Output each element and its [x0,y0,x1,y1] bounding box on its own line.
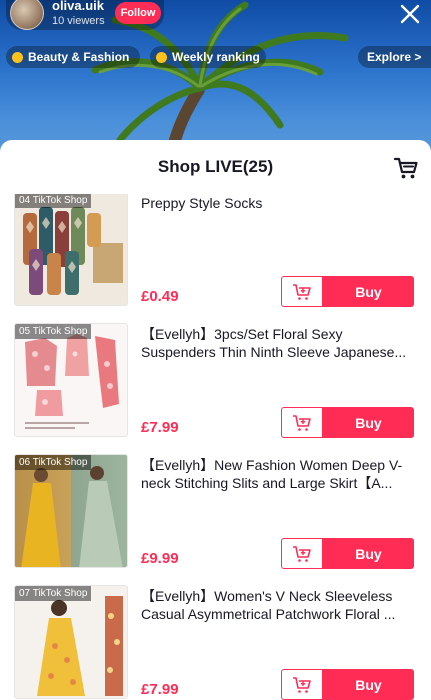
product-image[interactable]: 07 TikTok Shop [14,585,128,699]
close-button[interactable] [396,0,424,28]
product-price: £0.49 [141,288,179,305]
category-badge-icon [12,51,23,63]
socks-image [23,207,123,295]
buy-actions: Buy [281,407,414,438]
explore-label: Explore > [367,50,422,64]
buy-actions: Buy [281,538,414,569]
sheet-header: Shop LIVE(25) [0,140,431,194]
product-image[interactable]: 05 TikTok Shop [14,323,128,437]
tiktok-shop-tag: 07 TikTok Shop [15,586,92,601]
add-to-cart-icon [293,545,311,562]
product-item[interactable]: 04 TikTok Shop Preppy Style Socks £0.49 … [0,194,431,323]
add-to-cart-button[interactable] [281,669,323,700]
tiktok-shop-tag: 05 TikTok Shop [15,324,92,339]
product-item[interactable]: 05 TikTok Shop 【Evellyh】3pcs/Set Floral … [0,323,431,454]
buy-button[interactable]: Buy [323,276,414,307]
product-price: £7.99 [141,419,179,436]
shopping-cart-icon [393,157,418,179]
live-stream-background: oliva.uik 10 viewers Follow Beauty & Fas… [0,0,431,160]
product-title[interactable]: 【Evellyh】New Fashion Women Deep V-neck S… [141,456,419,492]
host-name[interactable]: oliva.uik [52,0,104,13]
product-price: £9.99 [141,550,179,567]
dress-image [21,466,123,567]
shop-live-sheet: Shop LIVE(25) 04 TikTok Shop Preppy Styl… [0,140,431,700]
tiktok-shop-tag: 06 TikTok Shop [15,455,92,470]
explore-button[interactable]: Explore > [358,46,431,68]
add-to-cart-button[interactable] [281,276,323,307]
add-to-cart-icon [293,676,311,693]
product-title[interactable]: Preppy Style Socks [141,194,419,212]
ranking-chip-label: Weekly ranking [172,50,260,64]
floral-pajama-image [25,334,119,429]
product-title[interactable]: 【Evellyh】3pcs/Set Floral Sexy Suspenders… [141,325,419,361]
buy-actions: Buy [281,276,414,307]
buy-button[interactable]: Buy [323,407,414,438]
tiktok-shop-tag: 04 TikTok Shop [15,194,92,208]
product-title[interactable]: 【Evellyh】Women's V Neck Sleeveless Casua… [141,587,419,623]
buy-actions: Buy [281,669,414,700]
weekly-ranking-chip[interactable]: Weekly ranking [150,46,266,68]
add-to-cart-button[interactable] [281,538,323,569]
add-to-cart-icon [293,283,311,300]
cart-button[interactable] [392,154,420,182]
buy-button[interactable]: Buy [323,669,414,700]
category-chip-label: Beauty & Fashion [28,50,130,64]
ranking-badge-icon [156,51,167,63]
product-item[interactable]: 06 TikTok Shop 【Evellyh】New Fashion Wome… [0,454,431,585]
category-chip-beauty[interactable]: Beauty & Fashion [6,46,140,68]
add-to-cart-icon [293,414,311,431]
viewer-count: 10 viewers [52,15,105,27]
follow-button[interactable]: Follow [115,2,161,24]
product-image[interactable]: 04 TikTok Shop [14,194,128,306]
product-price: £7.99 [141,681,179,698]
yellow-dress-image [37,596,123,696]
buy-button[interactable]: Buy [323,538,414,569]
product-list[interactable]: 04 TikTok Shop Preppy Style Socks £0.49 … [0,194,431,700]
product-image[interactable]: 06 TikTok Shop [14,454,128,568]
product-item[interactable]: 07 TikTok Shop 【Evellyh】Women's V Neck S… [0,585,431,700]
sheet-title: Shop LIVE(25) [157,157,274,176]
close-icon [400,4,420,24]
add-to-cart-button[interactable] [281,407,323,438]
